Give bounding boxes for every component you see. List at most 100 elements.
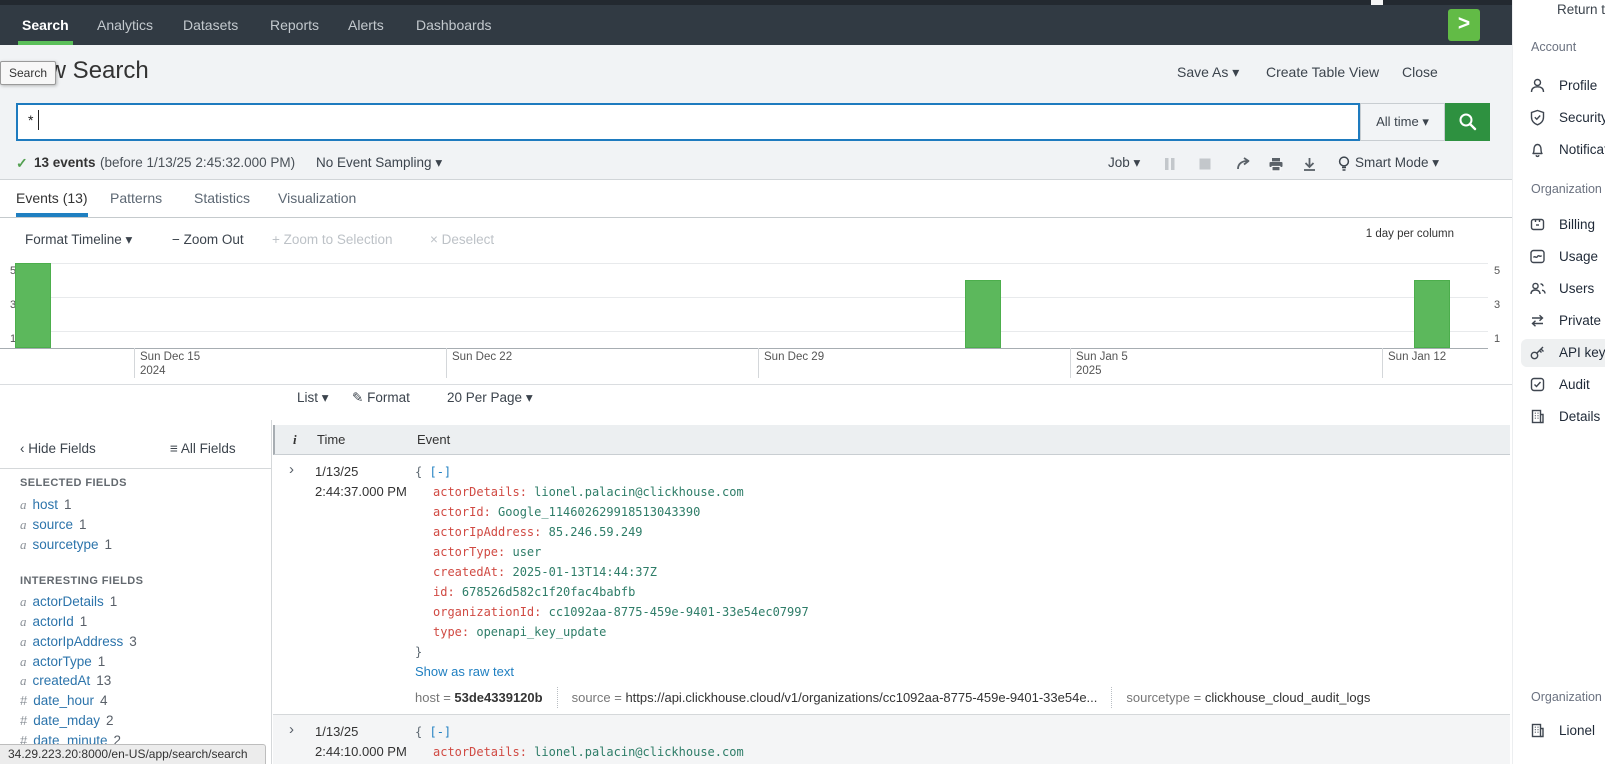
caret-down-icon: ▾ bbox=[1232, 64, 1239, 80]
pause-icon[interactable] bbox=[1163, 157, 1177, 171]
clickhouse-settings-panel: Return to Account Profile Security Notif… bbox=[1512, 0, 1605, 764]
nav-item-search[interactable]: Search bbox=[18, 5, 73, 45]
nav-item-analytics[interactable]: Analytics bbox=[93, 5, 157, 45]
panel-item-profile[interactable]: Profile bbox=[1521, 72, 1605, 100]
field-actorId[interactable]: aactorId1 bbox=[20, 614, 87, 630]
search-query-text: * bbox=[28, 112, 33, 128]
meta-source[interactable]: sourcehttps://api.clickhouse.cloud/v1/or… bbox=[557, 687, 1112, 708]
users-icon bbox=[1529, 280, 1547, 297]
field-actorType[interactable]: aactorType1 bbox=[20, 654, 105, 670]
smart-mode-menu[interactable]: Smart Mode ▾ bbox=[1355, 155, 1439, 171]
format-results-button[interactable]: ✎ Format bbox=[352, 390, 410, 406]
field-actorDetails[interactable]: aactorDetails1 bbox=[20, 594, 117, 610]
panel-item-security[interactable]: Security bbox=[1521, 104, 1605, 132]
x-axis-label: Sun Jan 12 bbox=[1388, 350, 1446, 364]
caret-down-icon: ▾ bbox=[322, 390, 329, 405]
tab-visualization[interactable]: Visualization bbox=[278, 180, 356, 217]
search-input[interactable] bbox=[16, 103, 1360, 141]
tab-patterns[interactable]: Patterns bbox=[110, 180, 162, 217]
plus-icon: + bbox=[272, 232, 280, 247]
success-check-icon: ✓ bbox=[16, 155, 28, 172]
field-date_mday[interactable]: #date_mday2 bbox=[20, 713, 114, 728]
minus-icon: − bbox=[172, 232, 180, 247]
timeline-bar[interactable] bbox=[15, 263, 51, 348]
nav-item-alerts[interactable]: Alerts bbox=[344, 5, 388, 45]
y-axis-tick-right: 3 bbox=[1494, 299, 1500, 311]
field-date_hour[interactable]: #date_hour4 bbox=[20, 693, 108, 708]
json-field: actorIpAddress85.246.59.249 bbox=[415, 522, 809, 542]
close-button[interactable]: Close bbox=[1402, 64, 1438, 80]
zoom-out-button[interactable]: − Zoom Out bbox=[172, 232, 244, 247]
gridline bbox=[22, 297, 1488, 298]
string-field-icon: a bbox=[20, 497, 27, 512]
show-as-raw-text-link[interactable]: Show as raw text bbox=[415, 662, 809, 682]
event-json: { [-] actorDetailslionel.palacin@clickho… bbox=[415, 722, 744, 762]
panel-item-notifications[interactable]: Notifications bbox=[1521, 136, 1605, 164]
collapse-json-link[interactable]: [-] bbox=[429, 465, 451, 479]
time-column-header: Time bbox=[317, 432, 345, 447]
expand-event-chevron-icon[interactable]: › bbox=[289, 721, 294, 738]
timeline-section: Format Timeline ▾ − Zoom Out + Zoom to S… bbox=[0, 218, 1512, 385]
event-time: 1/13/252:44:10.000 PM bbox=[315, 722, 407, 762]
panel-item-audit[interactable]: Audit bbox=[1521, 371, 1605, 399]
print-icon[interactable] bbox=[1268, 157, 1284, 172]
expand-event-chevron-icon[interactable]: › bbox=[289, 461, 294, 478]
number-field-icon: # bbox=[20, 713, 27, 728]
field-createdAt[interactable]: acreatedAt13 bbox=[20, 673, 111, 689]
format-timeline-menu[interactable]: Format Timeline ▾ bbox=[25, 232, 132, 248]
hide-fields-button[interactable]: ‹ Hide Fields bbox=[20, 441, 96, 456]
save-as-button[interactable]: Save As ▾ bbox=[1177, 64, 1239, 81]
json-field: actorDetailslionel.palacin@clickhouse.co… bbox=[415, 742, 744, 762]
job-menu[interactable]: Job ▾ bbox=[1108, 155, 1140, 171]
list-type-menu[interactable]: List ▾ bbox=[297, 390, 329, 406]
fields-sidebar: ‹ Hide Fields ≡ All Fields SELECTED FIEL… bbox=[0, 420, 272, 764]
field-sourcetype[interactable]: asourcetype1 bbox=[20, 537, 112, 553]
nav-item-reports[interactable]: Reports bbox=[266, 5, 323, 45]
event-time: 1/13/252:44:37.000 PM bbox=[315, 462, 407, 502]
share-icon[interactable] bbox=[1236, 157, 1252, 171]
x-axis-label: Sun Dec 152024 bbox=[140, 350, 200, 378]
meta-host[interactable]: host53de4339120b bbox=[415, 687, 557, 708]
caret-down-icon: ▾ bbox=[1422, 114, 1429, 129]
chevron-left-icon: ‹ bbox=[20, 441, 25, 456]
timeline-bar[interactable] bbox=[965, 280, 1001, 348]
event-sampling-menu[interactable]: No Event Sampling ▾ bbox=[316, 155, 442, 171]
zoom-to-selection-button[interactable]: + Zoom to Selection bbox=[272, 232, 392, 247]
all-fields-button[interactable]: ≡ All Fields bbox=[170, 441, 236, 456]
nav-item-dashboards[interactable]: Dashboards bbox=[412, 5, 496, 45]
per-page-menu[interactable]: 20 Per Page ▾ bbox=[447, 390, 533, 406]
field-actorIpAddress[interactable]: aactorIpAddress3 bbox=[20, 634, 137, 650]
panel-item-billing[interactable]: Billing bbox=[1521, 211, 1605, 239]
y-axis-tick-right: 1 bbox=[1494, 333, 1500, 345]
panel-item-private-endpoints[interactable]: Private endpoints bbox=[1521, 307, 1605, 335]
events-table-header: i Time Event bbox=[273, 425, 1510, 455]
panel-item-api-keys[interactable]: API keys bbox=[1521, 339, 1605, 367]
panel-item-organization-lionel[interactable]: Lionel bbox=[1521, 717, 1605, 745]
field-source[interactable]: asource1 bbox=[20, 517, 87, 533]
create-table-view-button[interactable]: Create Table View bbox=[1266, 64, 1379, 80]
event-row: › 1/13/252:44:10.000 PM { [-] actorDetai… bbox=[273, 714, 1510, 764]
timeline-plot: 5 3 1 5 3 1 bbox=[0, 260, 1488, 349]
x-axis-tick bbox=[446, 348, 447, 378]
account-section-label: Account bbox=[1531, 40, 1576, 54]
panel-item-usage[interactable]: Usage bbox=[1521, 243, 1605, 271]
search-button[interactable] bbox=[1445, 103, 1490, 141]
tab-events[interactable]: Events (13) bbox=[16, 180, 88, 217]
tab-statistics[interactable]: Statistics bbox=[194, 180, 250, 217]
collapse-json-link[interactable]: [-] bbox=[429, 725, 451, 739]
return-to-link[interactable]: Return to bbox=[1557, 2, 1605, 17]
timeline-bar[interactable] bbox=[1414, 280, 1450, 348]
panel-item-users[interactable]: Users bbox=[1521, 275, 1605, 303]
export-icon[interactable] bbox=[1302, 157, 1317, 172]
splunk-logo-icon[interactable]: > bbox=[1448, 9, 1480, 41]
time-range-picker[interactable]: All time ▾ bbox=[1360, 103, 1445, 141]
y-axis-tick-right: 5 bbox=[1494, 265, 1500, 277]
bell-icon bbox=[1529, 141, 1546, 158]
info-column-header: i bbox=[293, 432, 297, 448]
deselect-button[interactable]: × Deselect bbox=[430, 232, 494, 247]
field-host[interactable]: ahost1 bbox=[20, 497, 72, 513]
meta-sourcetype[interactable]: sourcetypeclickhouse_cloud_audit_logs bbox=[1111, 687, 1384, 708]
panel-item-details[interactable]: Details bbox=[1521, 403, 1605, 431]
nav-item-datasets[interactable]: Datasets bbox=[179, 5, 242, 45]
stop-icon[interactable] bbox=[1198, 157, 1212, 171]
